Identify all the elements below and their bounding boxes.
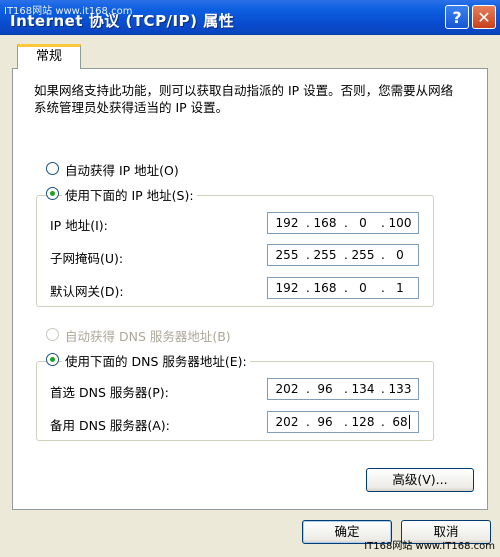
title-bar[interactable]: IT168网站 www.it168.com Internet 协议 (TCP/I… [0,0,500,35]
auto-dns-label[interactable]: 自动获得 DNS 服务器地址(B) [65,326,231,345]
advanced-button[interactable]: 高级(V)... [366,468,474,492]
subnet-mask-field[interactable]: 255 . 255 . 255 . 0 [267,244,419,266]
preferred-dns-field[interactable]: 202 . 96 . 134 . 133 [267,378,419,400]
manual-dns-label[interactable]: 使用下面的 DNS 服务器地址(E): [62,351,250,370]
octet: 192 [275,281,299,295]
radio-manual-ip[interactable] [46,187,59,200]
octet: 96 [317,415,333,429]
close-icon[interactable]: ✕ [472,5,496,29]
octet: 168 [313,281,337,295]
window-title: Internet 协议 (TCP/IP) 属性 [10,12,235,30]
radio-manual-dns[interactable] [46,353,59,366]
octet: 255 [351,248,375,262]
radio-auto-dns[interactable] [46,328,59,341]
watermark-bottom: IT168网站 www.IT168.com [364,541,495,552]
octet: 0 [359,281,367,295]
alternate-dns-label: 备用 DNS 服务器(A): [50,418,170,433]
octet: 68 [392,415,408,429]
octet: 255 [313,248,337,262]
gateway-label: 默认网关(D): [50,284,124,299]
octet: 134 [351,382,375,396]
octet: 202 [275,382,299,396]
ip-address-label: IP 地址(I): [50,218,108,233]
octet: 0 [359,216,367,230]
gateway-field[interactable]: 192 . 168 . 0 . 1 [267,277,419,299]
description-text: 如果网络支持此功能，则可以获取自动指派的 IP 设置。否则，您需要从网络系统管理… [34,83,454,115]
octet: 255 [275,248,299,262]
octet: 0 [396,248,404,262]
tab-general[interactable]: 常规 [17,44,81,69]
manual-ip-label[interactable]: 使用下面的 IP 地址(S): [62,185,197,204]
auto-ip-label[interactable]: 自动获得 IP 地址(O) [65,160,179,179]
preferred-dns-label: 首选 DNS 服务器(P): [50,385,169,400]
radio-auto-ip[interactable] [46,162,59,175]
ip-address-field[interactable]: 192 . 168 . 0 . 100 [267,212,419,234]
octet: 168 [313,216,337,230]
octet: 192 [275,216,299,230]
octet: 96 [317,382,333,396]
alternate-dns-field[interactable]: 202 . 96 . 128 . 68 [267,411,419,433]
subnet-mask-label: 子网掩码(U): [50,251,124,266]
octet: 128 [351,415,375,429]
octet: 1 [396,281,404,295]
help-icon[interactable]: ? [445,5,469,29]
text-caret [409,415,410,429]
octet: 100 [388,216,412,230]
octet: 133 [388,382,412,396]
octet: 202 [275,415,299,429]
